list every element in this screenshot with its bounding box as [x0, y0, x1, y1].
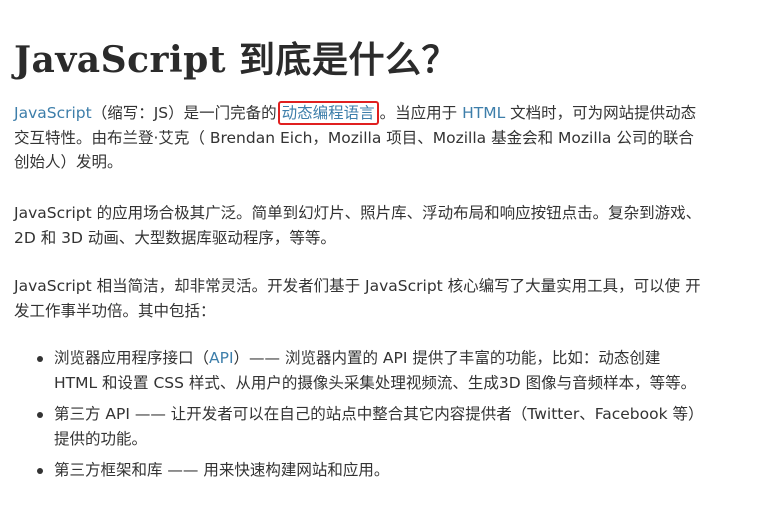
intro-text-b: 。当应用于 [379, 104, 463, 122]
intro-paragraph: JavaScript（缩写：JS）是一门完备的 动态编程语言 。当应用于 HTML … [14, 101, 704, 175]
highlight-box: 动态编程语言 [277, 101, 379, 125]
api-link[interactable]: API [209, 349, 234, 367]
intro-text-a: （缩写：JS）是一门完备的 [91, 104, 277, 122]
html-link[interactable]: HTML [462, 104, 505, 122]
list-item-frameworks: 第三方框架和库 —— 用来快速构建网站和应用。 [37, 458, 704, 483]
bullet-icon [37, 412, 43, 418]
bullet-icon [37, 356, 43, 362]
tools-list: 浏览器应用程序接口（API）—— 浏览器内置的 API 提供了丰富的功能，比如：… [14, 346, 704, 490]
list-item-third-party-api: 第三方 API —— 让开发者可以在自己的站点中整合其它内容提供者（Twitte… [37, 402, 704, 451]
list-item-text: 浏览器应用程序接口（ [54, 349, 210, 367]
article-page: JavaScript 到底是什么？ JavaScript（缩写：JS）是一门完备… [0, 0, 779, 521]
dynamic-language-link[interactable]: 动态编程语言 [282, 104, 375, 122]
tools-paragraph: JavaScript 相当简洁，却非常灵活。开发者们基于 JavaScript … [14, 277, 701, 320]
usage-paragraph: JavaScript 的应用场合极其广泛。简单到幻灯片、照片库、浮动布局和响应按… [14, 204, 702, 247]
list-item-text: 第三方框架和库 —— 用来快速构建网站和应用。 [54, 461, 390, 479]
list-item-text: 第三方 API —— 让开发者可以在自己的站点中整合其它内容提供者（Twitte… [54, 405, 704, 448]
bullet-icon [37, 468, 43, 474]
javascript-link[interactable]: JavaScript [14, 104, 92, 122]
page-title: JavaScript 到底是什么？ [14, 39, 458, 81]
list-item-browser-api: 浏览器应用程序接口（API）—— 浏览器内置的 API 提供了丰富的功能，比如：… [37, 346, 704, 395]
